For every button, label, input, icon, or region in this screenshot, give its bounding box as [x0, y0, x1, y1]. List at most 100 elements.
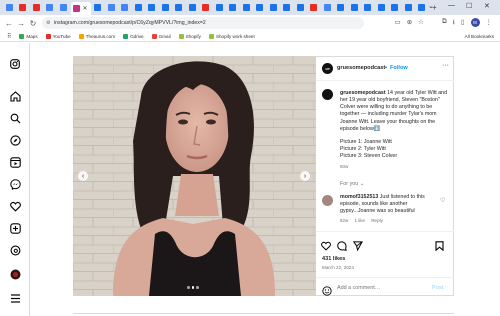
cast-icon[interactable]: ▭	[395, 18, 401, 29]
comment-reply-button[interactable]: Reply	[371, 218, 383, 223]
url-field[interactable]: ⚙ instagram.com/gruesomepodcast/p/C6yZqy…	[42, 17, 364, 29]
bookmark-label: Maps	[26, 33, 38, 39]
profile-avatar-icon[interactable]	[8, 267, 22, 281]
browser-tab[interactable]	[159, 2, 172, 14]
author-avatar[interactable]: GP	[322, 63, 333, 74]
google-favicon-icon	[46, 4, 54, 11]
web-favicon-icon	[337, 4, 345, 11]
instagram-logo-icon[interactable]	[8, 57, 22, 71]
save-bookmark-icon[interactable]	[435, 238, 444, 256]
browser-tab[interactable]	[294, 2, 307, 14]
comment-like-heart-icon[interactable]: ♡	[440, 197, 445, 204]
close-window-icon[interactable]: ✕	[484, 2, 490, 10]
web-favicon-icon	[229, 4, 237, 11]
emoji-icon[interactable]	[322, 283, 332, 301]
create-icon[interactable]	[8, 221, 22, 235]
browser-tab[interactable]	[30, 2, 43, 14]
reels-icon[interactable]	[8, 155, 22, 169]
browser-tab[interactable]	[173, 2, 186, 14]
comment-bubble-icon[interactable]	[337, 238, 347, 256]
home-icon[interactable]	[8, 89, 22, 103]
browser-tab[interactable]: ✕	[70, 2, 91, 15]
browser-tab[interactable]	[3, 2, 16, 14]
browser-tab[interactable]	[105, 2, 118, 14]
bookmark-item[interactable]: Shopify	[178, 33, 201, 39]
browser-tab[interactable]	[281, 2, 294, 14]
zoom-icon[interactable]: ⊕	[407, 18, 412, 29]
browser-tab[interactable]	[362, 2, 375, 14]
browser-tab[interactable]	[44, 2, 57, 14]
bookmark-label: Shopify	[185, 33, 201, 39]
browser-tab[interactable]	[308, 2, 321, 14]
profile-avatar[interactable]: M	[470, 18, 480, 27]
browser-tab[interactable]	[92, 2, 105, 14]
tab-search-icon[interactable]: ⌄	[428, 2, 434, 10]
browser-tab[interactable]	[213, 2, 226, 14]
minimize-icon[interactable]: —	[448, 2, 455, 9]
web-favicon-icon	[175, 4, 183, 11]
for-you-label[interactable]: For you ⌄	[340, 181, 364, 187]
browser-tab[interactable]	[348, 2, 361, 14]
post-photo[interactable]: ‹ ›	[73, 56, 316, 296]
browser-tab[interactable]	[57, 2, 70, 14]
browser-tab[interactable]	[146, 2, 159, 14]
messenger-icon[interactable]	[8, 177, 22, 191]
browser-tab[interactable]	[267, 2, 280, 14]
threads-icon[interactable]	[8, 243, 22, 257]
browser-tab[interactable]	[132, 2, 145, 14]
reload-icon[interactable]: ↻	[27, 19, 39, 28]
apps-grid-icon[interactable]: ⠿	[7, 33, 11, 40]
browser-tab[interactable]	[416, 2, 429, 14]
browser-tab[interactable]	[119, 2, 132, 14]
site-info-icon[interactable]: ⚙	[46, 20, 50, 26]
browser-tab[interactable]	[227, 2, 240, 14]
browser-tab[interactable]	[186, 2, 199, 14]
browser-tab[interactable]	[375, 2, 388, 14]
bookmark-item[interactable]: Gdrive	[123, 33, 144, 39]
browser-tab[interactable]	[389, 2, 402, 14]
downloads-icon[interactable]: ⭳	[453, 18, 455, 29]
more-menu-icon[interactable]	[8, 291, 22, 305]
explore-icon[interactable]	[8, 133, 22, 147]
all-bookmarks-button[interactable]: All Bookmarks	[465, 34, 494, 39]
likes-count[interactable]: 431 likes	[322, 256, 345, 262]
prev-image-button[interactable]: ‹	[78, 171, 88, 181]
browser-tab[interactable]	[254, 2, 267, 14]
next-image-button[interactable]: ›	[300, 171, 310, 181]
maximize-icon[interactable]: ☐	[466, 2, 472, 10]
author-username[interactable]: gruesomepodcast	[337, 65, 385, 71]
browser-tab[interactable]	[402, 2, 415, 14]
bookmark-item[interactable]: Gmail	[151, 33, 171, 39]
close-tab-icon[interactable]: ✕	[82, 5, 87, 12]
extensions-icon[interactable]: ⧉	[442, 18, 447, 29]
side-panel-icon[interactable]: ▯	[461, 18, 465, 29]
post-options-icon[interactable]: ···	[442, 62, 449, 69]
browser-tab[interactable]	[321, 2, 334, 14]
search-icon[interactable]	[8, 111, 22, 125]
bookmark-item[interactable]: Maps	[19, 33, 38, 39]
browser-tab[interactable]	[240, 2, 253, 14]
menu-kebab-icon[interactable]: ⋮	[486, 18, 493, 29]
comment-likes[interactable]: 1 like	[355, 218, 366, 223]
bookmark-star-icon[interactable]: ☆	[418, 18, 424, 29]
back-icon[interactable]: ←	[3, 19, 15, 28]
notifications-heart-icon[interactable]	[8, 199, 22, 213]
bookmark-item[interactable]: Shopify work sheet	[208, 33, 255, 39]
browser-tab[interactable]	[200, 2, 213, 14]
comment-username[interactable]: momof3152513	[340, 194, 378, 200]
google-favicon-icon	[59, 4, 67, 11]
browser-tab[interactable]	[17, 2, 30, 14]
like-heart-icon[interactable]	[321, 238, 331, 256]
bookmark-item[interactable]: Theaurus.com	[78, 33, 115, 39]
browser-tab[interactable]	[335, 2, 348, 14]
post-comment-button[interactable]: Post	[432, 285, 444, 291]
bookmark-item[interactable]: YouTube	[45, 33, 71, 39]
caption-username[interactable]: gruesomepodcast	[340, 90, 386, 96]
add-comment-input[interactable]	[337, 283, 425, 293]
web-favicon-icon	[148, 4, 156, 11]
forward-icon[interactable]: →	[15, 19, 27, 28]
follow-button[interactable]: Follow	[390, 65, 408, 71]
commenter-avatar[interactable]	[322, 195, 333, 206]
author-avatar-small[interactable]	[322, 89, 333, 100]
share-icon[interactable]	[352, 238, 363, 256]
